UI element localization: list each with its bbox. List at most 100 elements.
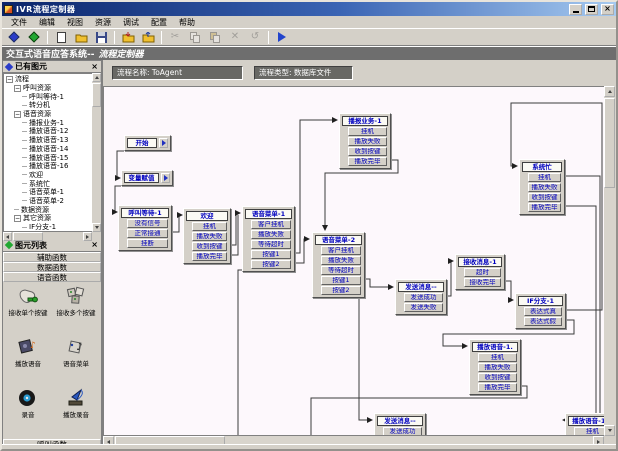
function-group-button-0[interactable]: 辅助函数 [3, 252, 101, 262]
cut-button[interactable]: ✂ [165, 30, 185, 45]
node-output[interactable]: 按键2 [251, 260, 291, 269]
toggle-existing-elements-button[interactable] [4, 30, 24, 45]
new-button[interactable] [51, 30, 71, 45]
save-button[interactable] [91, 30, 111, 45]
node-output[interactable]: 收到按键 [348, 147, 387, 156]
node-output[interactable]: 没有信号 [127, 219, 168, 228]
undo-button[interactable]: ↺ [245, 30, 265, 45]
palette-item-5[interactable]: 播放录音 [52, 388, 100, 439]
node-output[interactable]: 挂机 [528, 173, 561, 182]
node-output[interactable]: 挂机 [574, 427, 604, 436]
import-flow-button[interactable] [118, 30, 138, 45]
node-output[interactable]: 正常接通 [127, 229, 168, 238]
node-output[interactable]: 挂机 [348, 127, 387, 136]
panel-close-icon[interactable]: × [91, 63, 98, 71]
tree-hscroll[interactable] [3, 232, 92, 241]
node-output[interactable]: 发送失败 [404, 303, 443, 312]
node-output[interactable]: 接收完毕 [464, 278, 501, 287]
menu-item-6[interactable]: 帮助 [173, 17, 201, 28]
node-title[interactable]: 播放语音-1. [472, 342, 518, 352]
node-output[interactable]: 收到按键 [478, 373, 517, 382]
flow-node-8[interactable]: 发送消息--发送成功发送失败 [395, 279, 447, 315]
node-title[interactable]: 变量赋值 [124, 173, 159, 183]
node-expand-button[interactable] [161, 173, 170, 183]
menu-item-1[interactable]: 编辑 [33, 17, 61, 28]
node-output[interactable]: 客户挂机 [251, 220, 291, 229]
node-output[interactable]: 表达式假 [524, 317, 562, 326]
node-output[interactable]: 播放失败 [528, 183, 561, 192]
node-output[interactable]: 表达式真 [524, 307, 562, 316]
open-button[interactable] [71, 30, 91, 45]
tree-expander-icon[interactable]: − [14, 111, 21, 118]
node-title[interactable]: 发送消息-- [377, 416, 423, 426]
node-title[interactable]: 播报业务-1 [342, 116, 388, 126]
flow-node-11[interactable]: 播放语音-1.挂机播放失败收到按键播放完毕 [469, 339, 521, 395]
node-title[interactable]: 欢迎 [186, 211, 228, 221]
node-output[interactable]: 等待超时 [251, 240, 291, 249]
palette-item-2[interactable]: ♪播放语音 [4, 337, 52, 388]
node-title[interactable]: IF分支-1 [518, 296, 563, 306]
flow-node-5[interactable]: 播报业务-1挂机播放失败收到按键播放完毕 [339, 113, 391, 169]
function-group-button-2[interactable]: 语音函数 [3, 272, 101, 282]
node-output[interactable]: 收到按键 [528, 193, 561, 202]
node-output[interactable]: 按键2 [321, 286, 361, 295]
run-button[interactable] [272, 30, 292, 45]
flow-node-13[interactable]: 播放语音-1.挂机播放失败收到按键 [565, 413, 604, 436]
node-output[interactable]: 等待超时 [321, 266, 361, 275]
function-group-button-1[interactable]: 数据函数 [3, 262, 101, 272]
flow-node-4[interactable]: 语音菜单-1客户挂机播放失败等待超时按键1按键2 [242, 206, 295, 272]
node-output[interactable]: 挂断 [127, 239, 168, 248]
node-output[interactable]: 播放完毕 [192, 252, 227, 261]
palette-item-3[interactable]: ♪语音菜单 [52, 337, 100, 388]
tree-vscroll[interactable] [92, 73, 101, 232]
node-output[interactable]: 收到按键 [192, 242, 227, 251]
node-title[interactable]: 发送消息-- [398, 282, 444, 292]
copy-button[interactable] [185, 30, 205, 45]
node-output[interactable]: 播放失败 [478, 363, 517, 372]
node-title[interactable]: 系统忙 [522, 162, 562, 172]
paste-button[interactable] [205, 30, 225, 45]
node-expand-button[interactable] [159, 138, 168, 148]
node-output[interactable]: 超时 [464, 268, 501, 277]
node-output[interactable]: 客户挂机 [321, 246, 361, 255]
restore-button[interactable] [585, 4, 598, 15]
flow-canvas[interactable]: 开始变量赋值呼叫等待-1没有信号正常接通挂断欢迎挂机播放失败收到按键播放完毕语音… [103, 86, 604, 436]
flow-node-10[interactable]: IF分支-1表达式真表达式假 [515, 293, 566, 329]
node-title[interactable]: 呼叫等待-1 [121, 208, 169, 218]
flow-node-12[interactable]: 发送消息--发送成功发送失败 [374, 413, 426, 436]
menu-item-0[interactable]: 文件 [5, 17, 33, 28]
node-title[interactable]: 语音菜单-1 [245, 209, 292, 219]
node-output[interactable]: 按键1 [321, 276, 361, 285]
palette-item-1[interactable]: 接收多个按键 [52, 286, 100, 337]
node-output[interactable]: 挂机 [192, 222, 227, 231]
menu-item-2[interactable]: 视图 [61, 17, 89, 28]
export-flow-button[interactable] [138, 30, 158, 45]
node-output[interactable]: 播放失败 [251, 230, 291, 239]
flow-node-7[interactable]: 语音菜单-2客户挂机播放失败等待超时按键1按键2 [312, 232, 365, 298]
node-title[interactable]: 语音菜单-2 [315, 235, 362, 245]
flow-node-3[interactable]: 欢迎挂机播放失败收到按键播放完毕 [183, 208, 231, 264]
flow-node-0[interactable]: 开始 [124, 135, 171, 151]
node-output[interactable]: 发送成功 [383, 427, 422, 436]
node-output[interactable]: 按键1 [251, 250, 291, 259]
menu-item-5[interactable]: 配置 [145, 17, 173, 28]
tree-expander-icon[interactable]: − [14, 85, 21, 92]
node-output[interactable]: 挂机 [478, 353, 517, 362]
minimize-button[interactable] [569, 4, 582, 15]
canvas-vscroll[interactable] [604, 86, 616, 436]
tree-item-10[interactable]: 播放语音-16 [4, 162, 92, 171]
node-output[interactable]: 发送成功 [404, 293, 443, 302]
node-output[interactable]: 播放完毕 [478, 383, 517, 392]
node-title[interactable]: 接收消息-1 [458, 257, 502, 267]
delete-button[interactable]: ✕ [225, 30, 245, 45]
menu-item-3[interactable]: 资源 [89, 17, 117, 28]
palette-item-0[interactable]: 接收单个按键 [4, 286, 52, 337]
panel-close-icon[interactable]: × [91, 241, 98, 249]
flow-node-6[interactable]: 系统忙挂机播放失败收到按键播放完毕 [519, 159, 565, 215]
node-output[interactable]: 播放完毕 [348, 157, 387, 166]
tree-item-17[interactable]: IF分支-1 [4, 223, 92, 232]
menu-item-4[interactable]: 调试 [117, 17, 145, 28]
toggle-element-list-button[interactable] [24, 30, 44, 45]
tree-expander-icon[interactable]: − [14, 215, 21, 222]
palette-item-4[interactable]: 录音 [4, 388, 52, 439]
